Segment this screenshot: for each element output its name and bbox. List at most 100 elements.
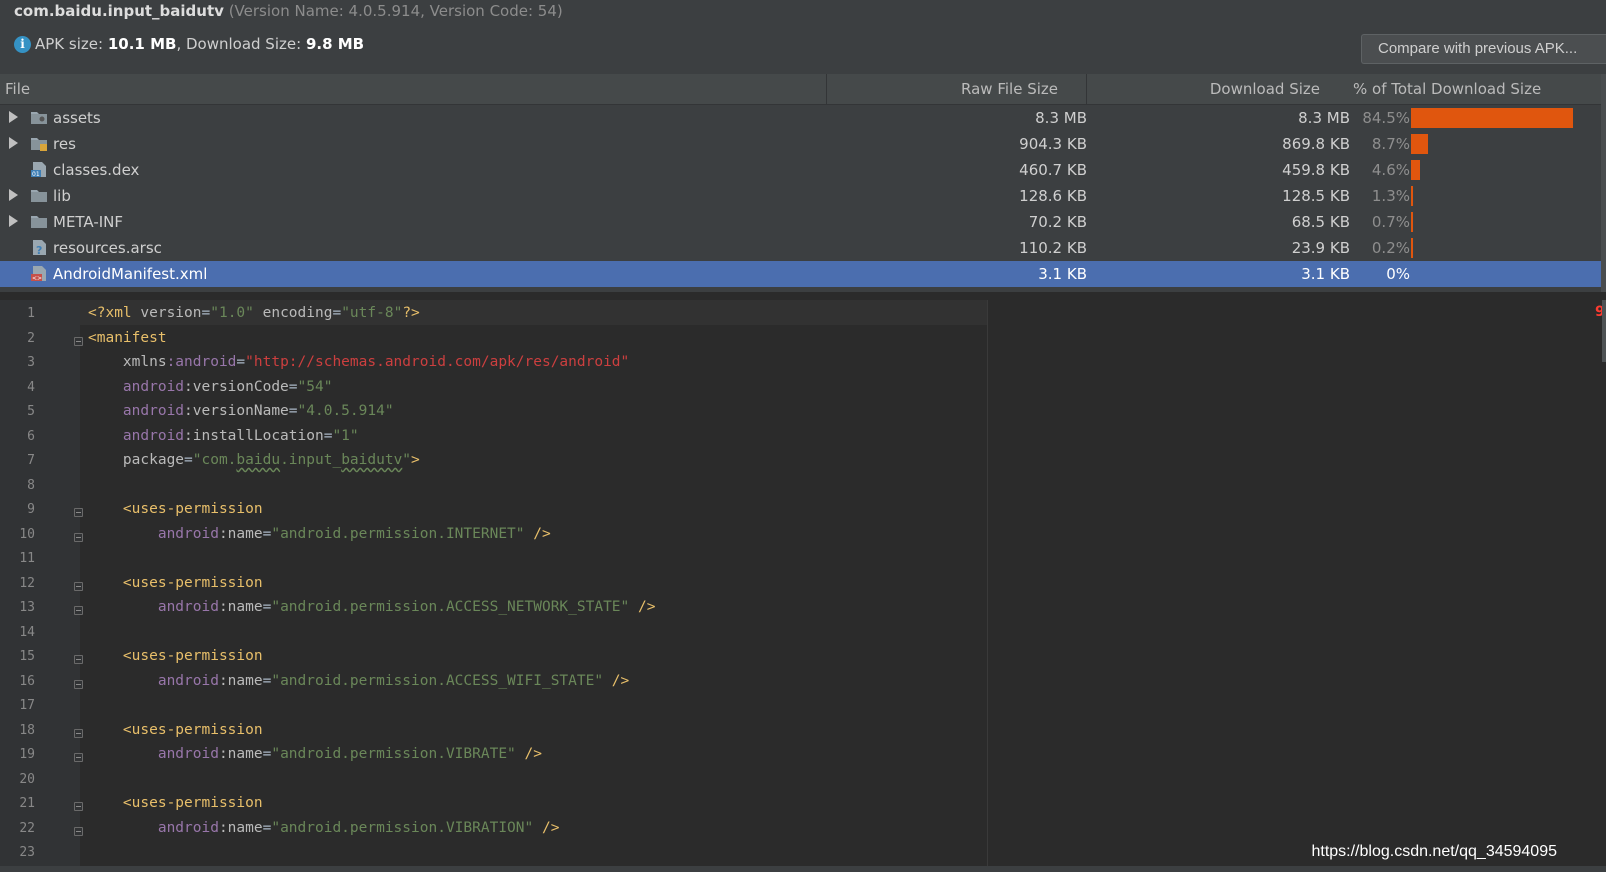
- code-line[interactable]: <uses-permission: [88, 795, 263, 811]
- table-header: File Raw File Size Download Size % of To…: [0, 74, 1606, 105]
- fold-marker-icon[interactable]: [74, 753, 83, 762]
- code-line[interactable]: <uses-permission: [88, 648, 263, 664]
- line-number[interactable]: 5: [0, 404, 35, 419]
- fold-marker-icon[interactable]: [74, 606, 83, 615]
- line-number[interactable]: 15: [0, 649, 35, 664]
- code-token: :versionCode: [184, 378, 289, 395]
- code-token: "android.permission.VIBRATION": [271, 819, 534, 836]
- table-scrollbar[interactable]: [1601, 74, 1606, 292]
- code-line[interactable]: android:installLocation="1": [88, 428, 359, 444]
- code-token: android: [88, 819, 219, 836]
- fold-marker-icon[interactable]: [74, 826, 83, 836]
- line-number[interactable]: 22: [0, 821, 35, 836]
- line-number[interactable]: 12: [0, 576, 35, 591]
- code-token: />: [515, 746, 542, 762]
- code-line[interactable]: <uses-permission: [88, 575, 263, 591]
- line-number[interactable]: 4: [0, 380, 35, 395]
- fold-marker-icon[interactable]: [74, 728, 83, 738]
- line-number[interactable]: 16: [0, 674, 35, 689]
- compare-with-previous-apk-button[interactable]: Compare with previous APK...: [1361, 34, 1606, 64]
- code-line[interactable]: android:name="android.permission.ACCESS_…: [88, 599, 656, 615]
- file-row[interactable]: ? resources.arsc 110.2 KB 23.9 KB 0.2%: [0, 235, 1606, 261]
- fold-marker-icon[interactable]: [74, 508, 83, 517]
- expand-arrow-icon[interactable]: [9, 215, 18, 227]
- fold-marker-icon[interactable]: [74, 655, 83, 664]
- code-token: <uses-permission: [88, 721, 263, 738]
- line-number[interactable]: 13: [0, 600, 35, 615]
- code-line[interactable]: android:name="android.permission.ACCESS_…: [88, 673, 629, 689]
- column-separator[interactable]: [1086, 74, 1087, 104]
- column-percent-total[interactable]: % of Total Download Size: [1353, 80, 1541, 98]
- code-line[interactable]: android:versionCode="54": [88, 378, 333, 395]
- line-number[interactable]: 7: [0, 453, 35, 468]
- expand-arrow-icon[interactable]: [9, 111, 18, 123]
- code-line[interactable]: package="com.baidu.input_baidutv">: [88, 452, 420, 468]
- file-row[interactable]: lib 128.6 KB 128.5 KB 1.3%: [0, 183, 1606, 209]
- fold-marker-icon[interactable]: [74, 802, 83, 811]
- line-number[interactable]: 20: [0, 772, 35, 787]
- line-number[interactable]: 11: [0, 551, 35, 566]
- code-token: "1.0": [210, 305, 254, 321]
- code-token: "android.permission.ACCESS_WIFI_STATE": [271, 672, 604, 689]
- line-number[interactable]: 21: [0, 796, 35, 811]
- file-row[interactable]: 01 classes.dex 460.7 KB 459.8 KB 4.6%: [0, 157, 1606, 183]
- column-raw-size[interactable]: Raw File Size: [961, 80, 1058, 98]
- percent-of-total: 4.6%: [1371, 161, 1410, 179]
- apk-size-line: i APK size: 10.1 MB, Download Size: 9.8 …: [14, 35, 364, 53]
- expand-arrow-icon[interactable]: [9, 189, 18, 201]
- code-line[interactable]: xmlns:android="http://schemas.android.co…: [88, 354, 629, 370]
- download-size: 459.8 KB: [1282, 161, 1350, 179]
- code-line[interactable]: android:name="android.permission.INTERNE…: [88, 526, 551, 542]
- line-number[interactable]: 14: [0, 625, 35, 640]
- line-number[interactable]: 3: [0, 355, 35, 370]
- fold-marker-icon[interactable]: [74, 336, 83, 346]
- percent-of-total: 8.7%: [1371, 135, 1410, 153]
- code-line[interactable]: <uses-permission: [88, 501, 263, 517]
- file-row[interactable]: assets 8.3 MB 8.3 MB 84.5%: [0, 105, 1606, 131]
- code-token: "utf-8": [341, 305, 403, 321]
- percent-of-total: 0.7%: [1371, 213, 1410, 231]
- manifest-editor[interactable]: 1 <?xml version="1.0" encoding="utf-8"?> 2…: [0, 300, 1606, 872]
- column-download-size[interactable]: Download Size: [1210, 80, 1320, 98]
- code-line[interactable]: <?xml version="1.0" encoding="utf-8"?>: [88, 305, 420, 321]
- line-number[interactable]: 6: [0, 429, 35, 444]
- code-token: />: [533, 819, 560, 836]
- line-number[interactable]: 17: [0, 698, 35, 713]
- line-number[interactable]: 1: [0, 306, 35, 321]
- fold-marker-icon[interactable]: [74, 532, 83, 542]
- line-number[interactable]: 18: [0, 723, 35, 738]
- code-line[interactable]: android:name="android.permission.VIBRATE…: [88, 746, 542, 762]
- line-number[interactable]: 2: [0, 331, 35, 346]
- file-row[interactable]: <> AndroidManifest.xml 3.1 KB 3.1 KB 0%: [0, 261, 1606, 287]
- expand-arrow-icon[interactable]: [9, 137, 18, 149]
- percent-of-total: 0%: [1386, 265, 1410, 283]
- file-row[interactable]: META-INF 70.2 KB 68.5 KB 0.7%: [0, 209, 1606, 235]
- code-line[interactable]: android:name="android.permission.VIBRATI…: [88, 819, 560, 836]
- line-number[interactable]: 10: [0, 527, 35, 542]
- svg-text:?: ?: [36, 244, 42, 256]
- code-token: :name: [218, 599, 263, 615]
- column-file[interactable]: File: [5, 80, 30, 98]
- error-stripe[interactable]: 9: [1594, 300, 1605, 330]
- editor-scrollbar[interactable]: [1602, 300, 1606, 362]
- line-number[interactable]: 23: [0, 845, 35, 860]
- column-separator[interactable]: [826, 74, 827, 104]
- code-token: <manifest: [88, 329, 167, 346]
- line-number[interactable]: 8: [0, 478, 35, 493]
- code-token: android: [88, 403, 185, 419]
- code-token: <uses-permission: [88, 648, 263, 664]
- code-token: :name: [218, 746, 263, 762]
- fold-marker-icon[interactable]: [74, 581, 83, 591]
- fold-marker-icon[interactable]: [74, 679, 83, 689]
- code-token: =: [288, 403, 298, 419]
- code-token: android: [88, 427, 185, 444]
- file-row[interactable]: res 904.3 KB 869.8 KB 8.7%: [0, 131, 1606, 157]
- download-size: 128.5 KB: [1282, 187, 1350, 205]
- line-number[interactable]: 9: [0, 502, 35, 517]
- percent-of-total: 0.2%: [1371, 239, 1410, 257]
- code-line[interactable]: <uses-permission: [88, 722, 263, 738]
- code-token: version: [140, 305, 202, 321]
- code-line[interactable]: android:versionName="4.0.5.914": [88, 403, 394, 419]
- code-line[interactable]: <manifest: [88, 330, 167, 346]
- line-number[interactable]: 19: [0, 747, 35, 762]
